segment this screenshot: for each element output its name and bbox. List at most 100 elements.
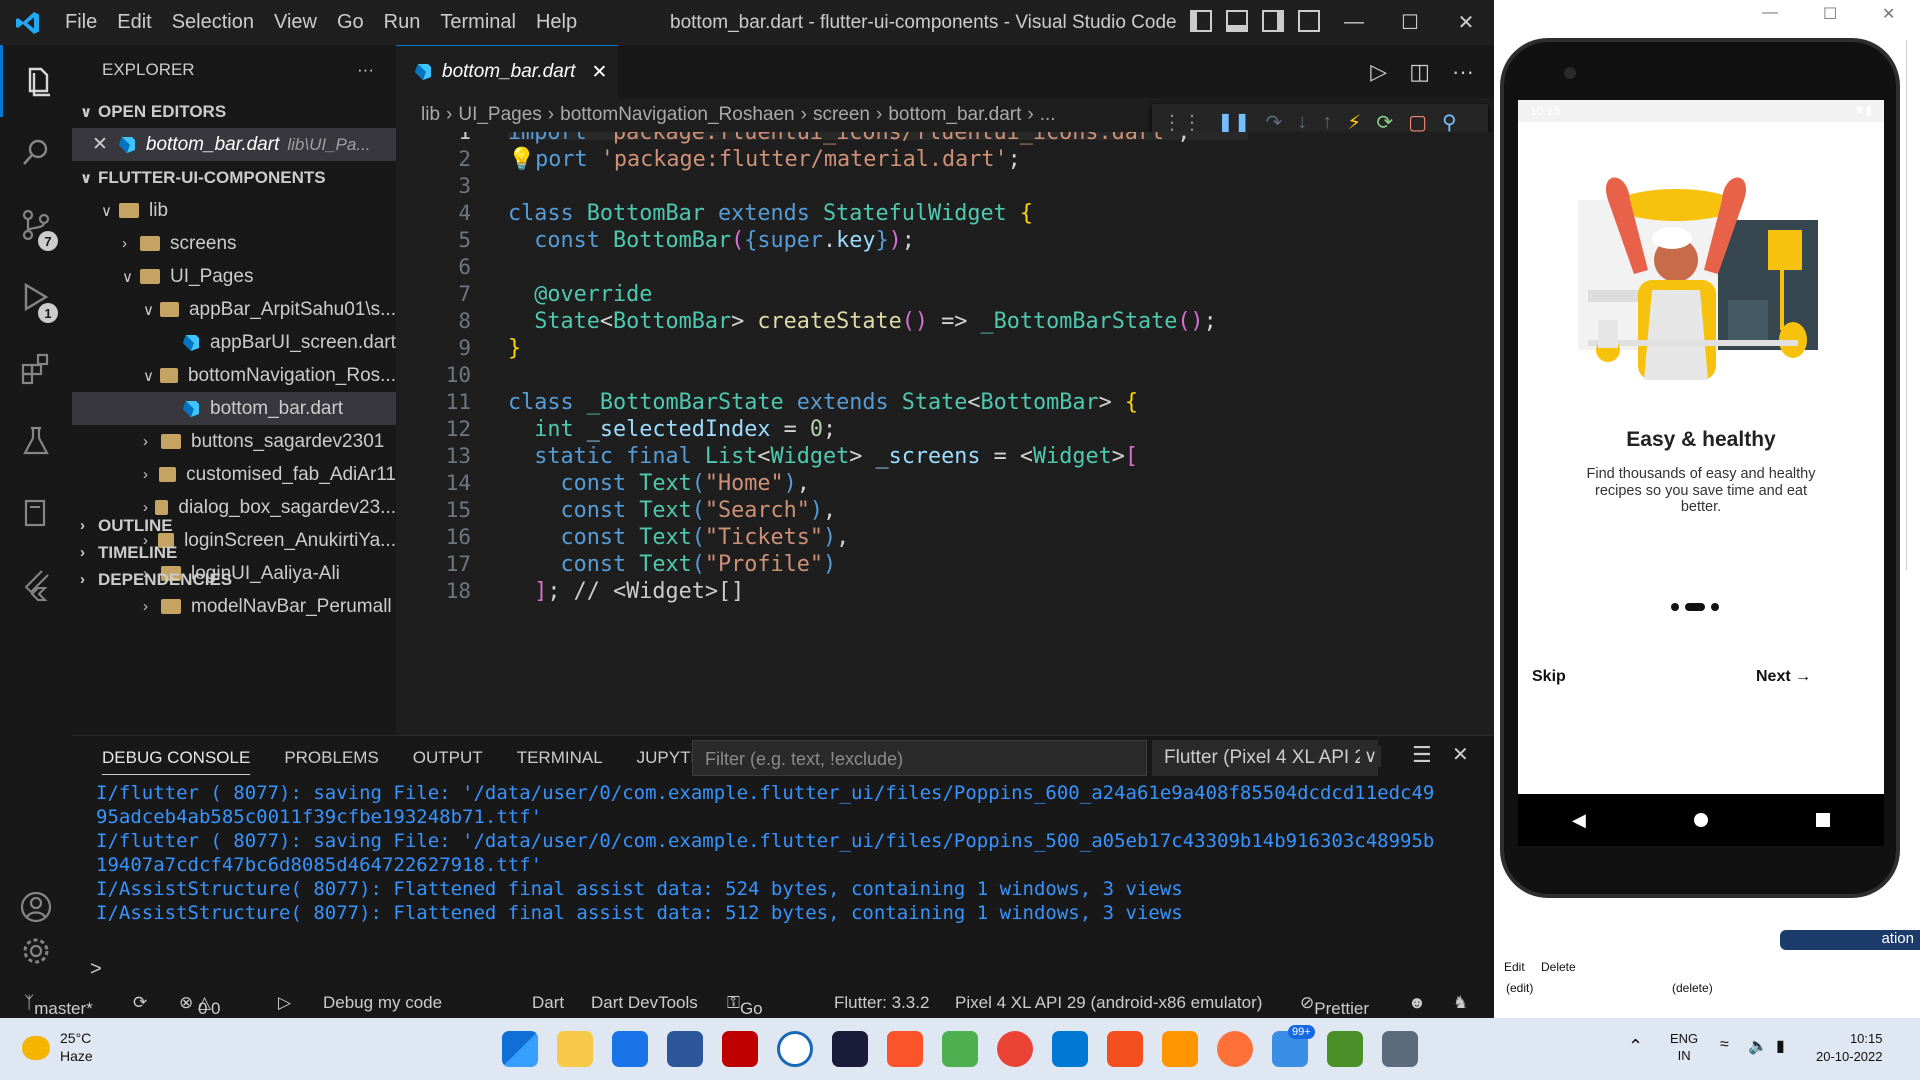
device-status[interactable]: Pixel 4 XL API 29 (android-x86 emulator) — [955, 993, 1262, 1013]
menu-item-file[interactable]: File — [55, 11, 107, 34]
close-tab-icon[interactable]: ✕ — [591, 61, 607, 84]
word-icon[interactable] — [667, 1031, 703, 1067]
emulator-maximize-icon[interactable]: ☐ — [1823, 4, 1837, 24]
toggle-panel-icon[interactable] — [1226, 10, 1248, 32]
remote-explorer-icon[interactable] — [0, 477, 72, 549]
prettier-status[interactable]: ⊘ Prettier — [1300, 993, 1369, 1018]
open-editors-section[interactable]: ∨ OPEN EDITORS — [72, 95, 396, 128]
menu-item-edit[interactable]: Edit — [107, 11, 161, 34]
filezilla-icon[interactable] — [722, 1031, 758, 1067]
folder-item[interactable]: ∨ appBar_ArpitSahu01\s... — [72, 293, 396, 326]
emulator-close-icon[interactable]: ✕ — [1882, 4, 1895, 24]
breadcrumb-item[interactable]: ... — [1040, 104, 1056, 126]
folder-item[interactable]: › buttons_sagardev2301 — [72, 425, 396, 458]
console-prompt[interactable]: > — [90, 958, 102, 981]
branch-status[interactable]: ᛉ master* — [24, 993, 93, 1018]
language-status[interactable]: Dart — [532, 993, 564, 1013]
devtools-status[interactable]: Dart DevTools — [591, 993, 698, 1013]
git-icon[interactable] — [942, 1031, 978, 1067]
jetbrains-icon[interactable] — [832, 1031, 868, 1067]
close-panel-icon[interactable]: ✕ — [1452, 742, 1469, 767]
pause-icon[interactable]: ❚❚ — [1217, 110, 1251, 135]
breadcrumb-item[interactable]: screen — [813, 104, 870, 126]
folder-item[interactable]: ∨ UI_Pages — [72, 260, 396, 293]
vscode-logo-icon[interactable] — [0, 0, 55, 45]
console-filter-input[interactable]: Filter (e.g. text, !exclude) — [692, 740, 1147, 776]
edit-label[interactable]: Edit — [1504, 960, 1525, 974]
peek-button[interactable]: ation — [1780, 930, 1920, 950]
extensions-icon[interactable] — [0, 333, 72, 405]
stop-icon[interactable]: ▢ — [1408, 110, 1427, 135]
split-editor-icon[interactable]: ◫ — [1409, 59, 1430, 85]
project-section[interactable]: ∨ FLUTTER-UI-COMPONENTS — [72, 161, 396, 194]
recents-icon[interactable] — [1815, 813, 1830, 827]
chrome-icon[interactable] — [997, 1031, 1033, 1067]
section-dependencies[interactable]: › DEPENDENCIES — [72, 566, 396, 593]
restart-icon[interactable]: ⟳ — [1376, 110, 1393, 135]
golive-status[interactable]: ⚿ Go Live — [727, 993, 763, 1018]
volume-icon[interactable]: 🔈 — [1748, 1036, 1768, 1056]
flutter-version-status[interactable]: Flutter: 3.3.2 — [834, 993, 929, 1013]
open-editor-item[interactable]: ✕ bottom_bar.dart lib\UI_Pa... — [72, 128, 396, 161]
sync-icon[interactable]: ⟳ — [133, 993, 147, 1013]
back-icon[interactable]: ◀ — [1572, 810, 1586, 831]
mail-icon[interactable] — [612, 1031, 648, 1067]
whatsapp-icon[interactable] — [777, 1031, 813, 1067]
clear-console-icon[interactable]: ☰ — [1412, 742, 1432, 768]
file-explorer-icon[interactable] — [557, 1031, 593, 1067]
menu-item-view[interactable]: View — [264, 11, 327, 34]
testing-icon[interactable] — [0, 405, 72, 477]
maximize-icon[interactable]: ☐ — [1382, 0, 1438, 45]
breadcrumb-item[interactable]: UI_Pages — [458, 104, 541, 126]
notifications-bell-icon[interactable]: ♞ — [1453, 993, 1468, 1013]
tab-output[interactable]: OUTPUT — [413, 748, 483, 775]
drag-handle-icon[interactable]: ⋮⋮ — [1162, 110, 1202, 135]
menu-item-go[interactable]: Go — [327, 11, 374, 34]
tab-problems[interactable]: PROBLEMS — [284, 748, 378, 775]
debug-status-icon[interactable]: ▷ — [278, 993, 291, 1013]
utility-icon[interactable] — [1327, 1031, 1363, 1067]
tab-bottom-bar-dart[interactable]: bottom_bar.dart ✕ — [396, 45, 618, 98]
battery-status-icon[interactable]: ▮ — [1776, 1036, 1785, 1056]
menu-item-run[interactable]: Run — [374, 11, 431, 34]
folder-item[interactable]: ∨ bottomNavigation_Ros... — [72, 359, 396, 392]
flutter-icon[interactable] — [0, 549, 72, 621]
source-control-icon[interactable]: 7 — [0, 189, 72, 261]
close-editor-icon[interactable]: ✕ — [92, 133, 108, 156]
flutter-emulator-icon[interactable] — [1382, 1031, 1418, 1067]
weather-widget[interactable]: 25°C Haze — [22, 1030, 93, 1065]
toggle-secondary-sidebar-icon[interactable] — [1262, 10, 1284, 32]
inspect-icon[interactable]: ⚲ — [1442, 110, 1457, 135]
breadcrumb-item[interactable]: bottomNavigation_Roshaen — [560, 104, 795, 126]
menu-item-selection[interactable]: Selection — [162, 11, 264, 34]
menu-item-help[interactable]: Help — [526, 11, 587, 34]
firefox-icon[interactable] — [1217, 1031, 1253, 1067]
customize-layout-icon[interactable] — [1298, 10, 1320, 32]
emulator-minimize-icon[interactable]: — — [1762, 4, 1778, 22]
file-item[interactable]: appBarUI_screen.dart — [72, 326, 396, 359]
brave-icon[interactable] — [887, 1031, 923, 1067]
menu-item-terminal[interactable]: Terminal — [430, 11, 526, 34]
section-timeline[interactable]: › TIMELINE — [72, 539, 396, 566]
run-icon[interactable]: ▷ — [1370, 59, 1387, 85]
tab-debug-console[interactable]: DEBUG CONSOLE — [102, 748, 251, 775]
folder-item[interactable]: › screens — [72, 227, 396, 260]
clock[interactable]: 10:15 20-10-2022 — [1816, 1030, 1883, 1065]
folder-item[interactable]: ∨ lib — [72, 194, 396, 227]
wifi-icon[interactable]: ≈ — [1720, 1036, 1729, 1054]
next-button[interactable]: Next → — [1756, 668, 1811, 686]
folder-item[interactable]: › modelNavBar_Perumall — [72, 590, 396, 623]
breadcrumb-item[interactable]: lib — [421, 104, 440, 126]
tab-terminal[interactable]: TERMINAL — [517, 748, 603, 775]
blender-icon[interactable] — [1162, 1031, 1198, 1067]
step-over-icon[interactable]: ↷ — [1266, 110, 1283, 135]
settings-gear-icon[interactable] — [0, 915, 72, 987]
debug-session-select[interactable]: Flutter (Pixel 4 XL API 29) — [1152, 740, 1378, 776]
explorer-icon[interactable] — [0, 45, 72, 117]
vscode-taskbar-icon[interactable] — [1052, 1031, 1088, 1067]
step-into-icon[interactable]: ↓ — [1297, 111, 1307, 134]
run-debug-icon[interactable]: 1 — [0, 261, 72, 333]
home-icon[interactable] — [1693, 813, 1708, 827]
search-icon[interactable] — [0, 117, 72, 189]
step-out-icon[interactable]: ↑ — [1322, 111, 1332, 134]
